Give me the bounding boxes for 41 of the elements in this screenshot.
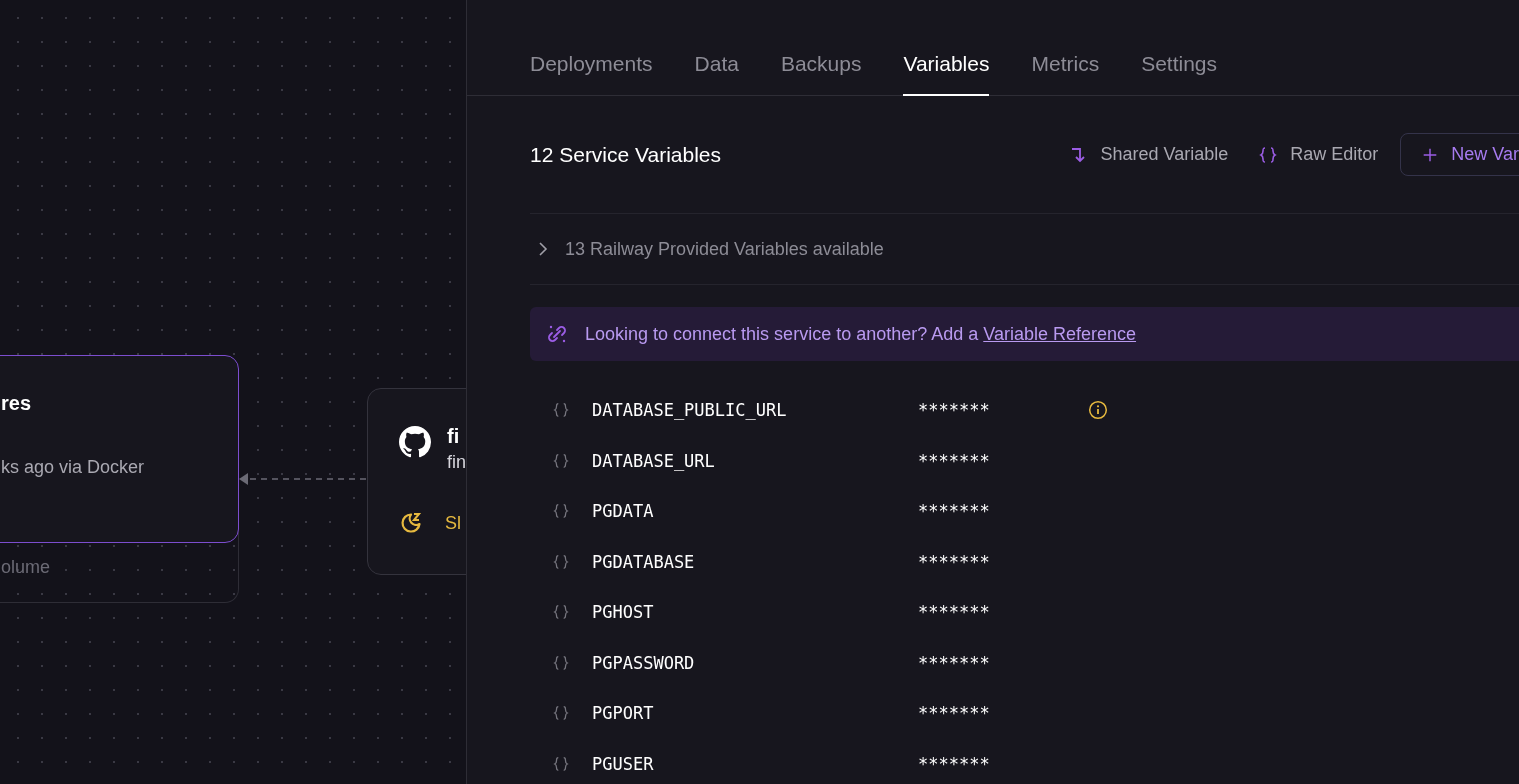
- info-icon[interactable]: [1088, 400, 1108, 421]
- braces-icon: [1258, 144, 1279, 165]
- variable-value: *******: [918, 551, 991, 572]
- tab[interactable]: Backups: [780, 52, 862, 96]
- variable-value: *******: [918, 501, 991, 522]
- tab[interactable]: Settings: [1141, 52, 1218, 96]
- section-heading: 12 Service Variables: [530, 142, 722, 167]
- tab[interactable]: Deployments: [530, 52, 653, 96]
- tab[interactable]: Variables: [903, 52, 990, 96]
- service-name: fi: [447, 425, 461, 448]
- status-label: Sl: [445, 512, 461, 534]
- variable-name: PGDATA: [592, 501, 655, 522]
- variable-name: DATABASE_URL: [592, 450, 716, 471]
- variable-name: PGDATABASE: [592, 551, 696, 572]
- repo-name: fin: [447, 452, 466, 473]
- variable-value: *******: [918, 602, 991, 623]
- deploy-info: ks ago via Docker: [1, 457, 146, 478]
- variable-value: *******: [918, 753, 991, 774]
- service-card[interactable]: fi fin Sl: [367, 388, 466, 575]
- variable-value: *******: [918, 652, 991, 673]
- service-card[interactable]: res ks ago via Docker: [0, 355, 239, 543]
- provided-variables-toggle[interactable]: 13 Railway Provided Variables available: [530, 214, 1519, 285]
- new-variable-button[interactable]: New Var: [1400, 133, 1519, 176]
- variable-name: PGPORT: [592, 703, 655, 724]
- variable-value: *******: [918, 703, 991, 724]
- banner-text: Looking to connect this service to another? Add a Variable Reference: [585, 323, 1137, 345]
- shared-variable-button[interactable]: Shared Variable: [1068, 144, 1229, 165]
- tab[interactable]: Metrics: [1031, 52, 1100, 96]
- raw-editor-button[interactable]: Raw Editor: [1258, 144, 1379, 165]
- variable-name: PGPASSWORD: [592, 652, 696, 673]
- variable-name: PGUSER: [592, 753, 655, 774]
- variable-value: *******: [918, 450, 991, 471]
- service-name: res: [1, 392, 33, 415]
- github-icon: [399, 426, 431, 458]
- tab[interactable]: Data: [694, 52, 739, 96]
- variable-reference-link[interactable]: Variable Reference: [983, 323, 1137, 344]
- variable-value: *******: [918, 400, 991, 421]
- variable-name: DATABASE_PUBLIC_URL: [592, 400, 788, 421]
- variable-name: PGHOST: [592, 602, 655, 623]
- volume-label: olume: [1, 557, 51, 577]
- sleep-icon: [399, 511, 423, 535]
